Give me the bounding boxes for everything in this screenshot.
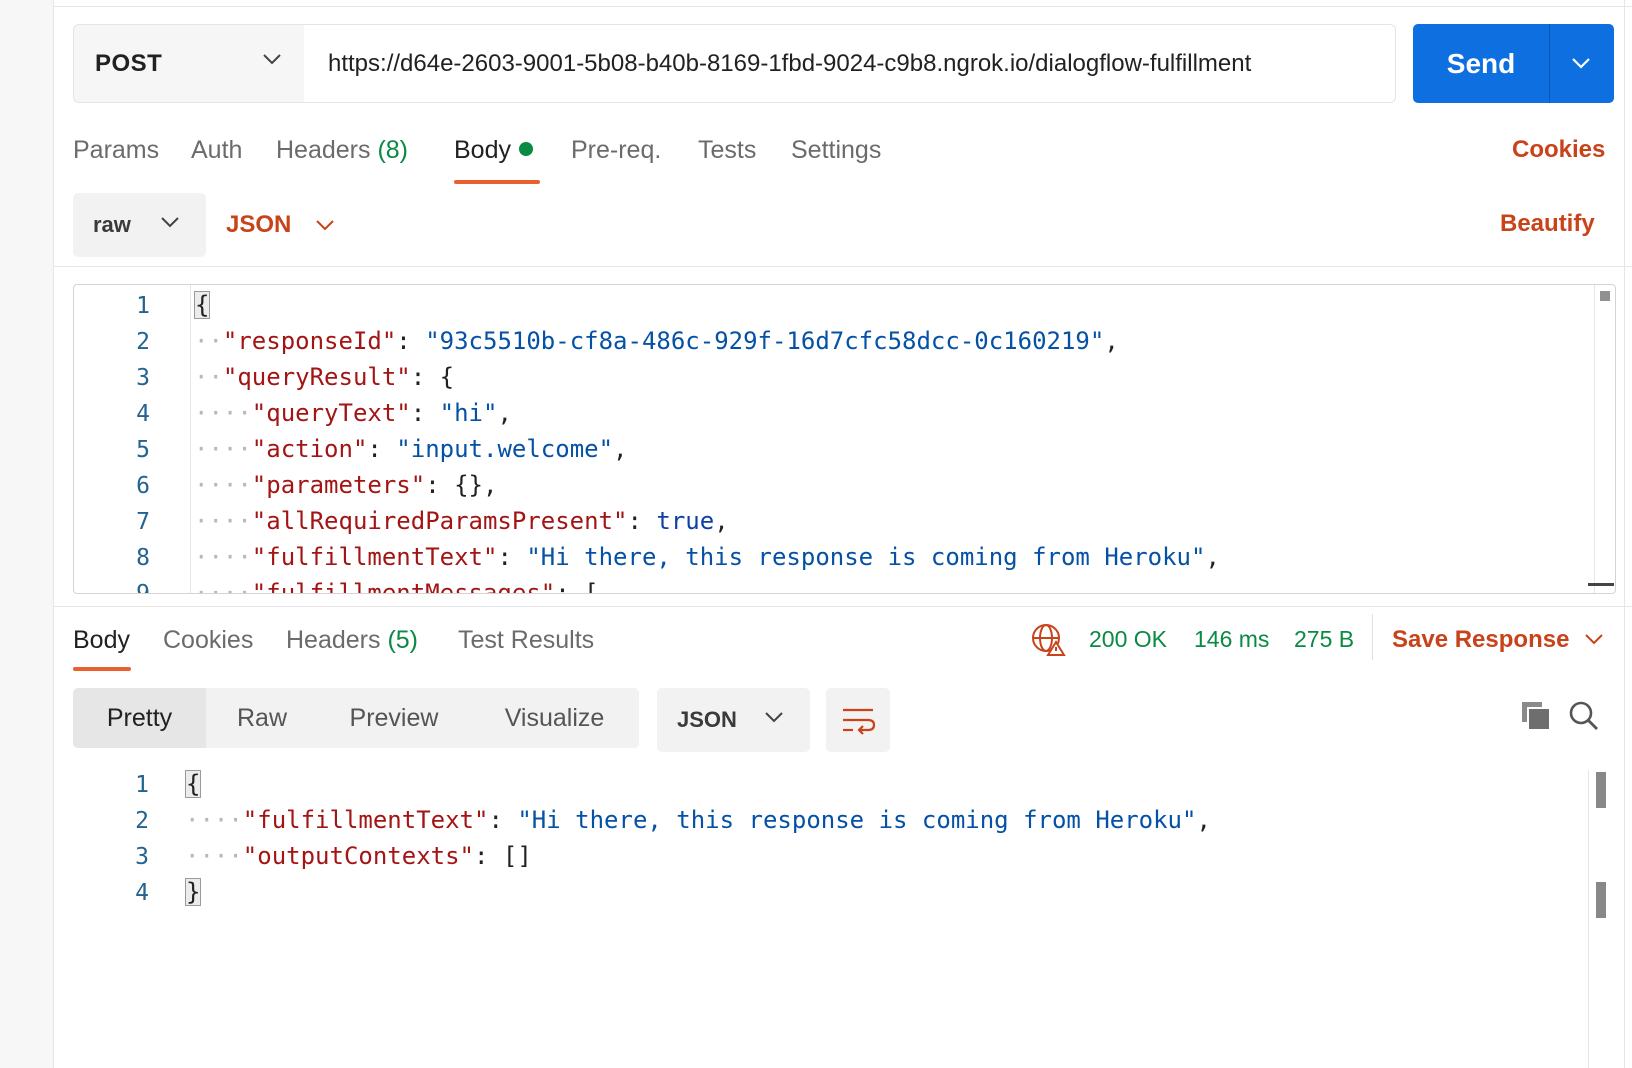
line-number: 3 <box>135 844 149 870</box>
line-number: 4 <box>136 401 150 427</box>
line-number: 6 <box>136 473 150 499</box>
section-divider <box>54 266 1632 267</box>
code-line: ····"fulfillmentMessages": [ <box>194 579 599 594</box>
tab-auth[interactable]: Auth <box>191 136 242 165</box>
response-scrollbar-marker[interactable] <box>1596 882 1606 918</box>
line-number: 9 <box>136 581 150 594</box>
line-number: 4 <box>135 880 149 906</box>
line-number: 8 <box>136 545 150 571</box>
tab-settings[interactable]: Settings <box>791 136 881 165</box>
send-button[interactable]: Send <box>1413 24 1549 103</box>
tab-headers[interactable]: Headers (8) <box>276 136 408 165</box>
line-number: 1 <box>135 772 149 798</box>
response-tab-test-results[interactable]: Test Results <box>458 626 594 655</box>
wrap-lines-icon <box>843 708 876 735</box>
code-line: ····"action": "input.welcome", <box>194 435 628 463</box>
chevron-down-icon <box>1585 634 1603 645</box>
response-body-viewer[interactable]: 1 2 3 4 { ····"fulfillmentText": "Hi the… <box>73 770 1616 1068</box>
globe-warning-icon[interactable] <box>1030 622 1066 656</box>
response-language-label: JSON <box>677 707 737 732</box>
url-input[interactable]: https://d64e-2603-9001-5b08-b40b-8169-1f… <box>304 24 1396 103</box>
response-scroll-track <box>1588 770 1589 1068</box>
view-preview-button[interactable]: Preview <box>318 688 470 748</box>
tab-body[interactable]: Body <box>454 136 533 165</box>
method-select[interactable]: POST <box>73 24 305 103</box>
brace-close: } <box>185 878 202 906</box>
code-line: { <box>185 770 202 798</box>
status-code[interactable]: 200 OK <box>1089 626 1167 653</box>
response-active-tab-underline <box>73 667 131 671</box>
code-line: ··"responseId": "93c5510b-cf8a-486c-929f… <box>194 327 1119 355</box>
response-tab-body[interactable]: Body <box>73 626 130 655</box>
editor-scrollbar-thumb[interactable] <box>1600 291 1610 301</box>
code-line: ····"fulfillmentText": "Hi there, this r… <box>185 806 1211 834</box>
line-number: 2 <box>135 808 149 834</box>
view-mode-segmented-control: Pretty Raw Preview Visualize <box>73 688 639 748</box>
top-divider <box>54 6 1632 7</box>
chevron-down-icon <box>316 220 335 231</box>
line-number: 7 <box>136 509 150 535</box>
body-language-select[interactable]: JSON <box>226 193 335 257</box>
save-response-label: Save Response <box>1392 626 1570 653</box>
line-number: 1 <box>136 293 150 319</box>
right-divider <box>1624 0 1625 1068</box>
beautify-button[interactable]: Beautify <box>1500 210 1595 238</box>
line-number: 2 <box>136 329 150 355</box>
response-size[interactable]: 275 B <box>1294 626 1354 653</box>
active-tab-underline <box>454 180 540 184</box>
code-line: ····"fulfillmentText": "Hi there, this r… <box>194 543 1220 571</box>
code-line: ····"queryText": "hi", <box>194 399 512 427</box>
body-language-label: JSON <box>226 211 292 238</box>
code-line: ··"queryResult": { <box>194 363 455 391</box>
view-visualize-button[interactable]: Visualize <box>470 688 639 748</box>
response-scrollbar-marker[interactable] <box>1596 772 1606 808</box>
editor-resize-handle[interactable] <box>1588 583 1614 586</box>
line-number-gutter: 1 2 3 4 5 6 7 8 9 <box>74 285 190 593</box>
tab-pre-req[interactable]: Pre-req. <box>571 136 661 165</box>
search-icon[interactable] <box>1568 700 1600 732</box>
code-line: ····"allRequiredParamsPresent": true, <box>194 507 729 535</box>
code-line: ····"parameters": {}, <box>194 471 498 499</box>
chevron-down-icon <box>263 54 281 65</box>
response-language-select[interactable]: JSON <box>657 688 810 752</box>
response-tab-cookies[interactable]: Cookies <box>163 626 253 655</box>
code-line: } <box>185 878 202 906</box>
brace-open: { <box>185 770 202 798</box>
body-status-dot <box>518 142 533 156</box>
cookies-link[interactable]: Cookies <box>1512 136 1605 164</box>
response-divider <box>54 606 1632 607</box>
editor-scroll-track <box>1594 285 1595 593</box>
left-sidebar <box>0 0 54 1068</box>
tab-params[interactable]: Params <box>73 136 159 165</box>
headers-count: (8) <box>377 136 409 164</box>
view-raw-button[interactable]: Raw <box>206 688 318 748</box>
url-text: https://d64e-2603-9001-5b08-b40b-8169-1f… <box>328 49 1252 77</box>
brace-open: { <box>194 291 211 319</box>
tab-tests[interactable]: Tests <box>698 136 756 165</box>
response-headers-count: (5) <box>387 626 419 654</box>
chevron-down-icon <box>765 712 783 723</box>
body-mode-label: raw <box>93 212 131 237</box>
response-tab-headers[interactable]: Headers (5) <box>286 626 418 655</box>
code-line: ····"outputContexts": [] <box>185 842 532 870</box>
send-divider <box>1549 24 1550 103</box>
response-time[interactable]: 146 ms <box>1194 626 1269 653</box>
line-number: 5 <box>136 437 150 463</box>
gutter-divider <box>190 285 191 593</box>
send-button-group: Send <box>1413 24 1614 103</box>
view-pretty-button[interactable]: Pretty <box>73 688 206 748</box>
save-response-button[interactable]: Save Response <box>1392 626 1603 654</box>
copy-icon[interactable] <box>1520 700 1552 732</box>
request-body-editor[interactable]: 1 2 3 4 5 6 7 8 9 { ··"responseId": "93c… <box>73 284 1616 594</box>
method-label: POST <box>95 49 163 77</box>
body-mode-select[interactable]: raw <box>73 193 206 257</box>
chevron-down-icon <box>161 217 179 228</box>
wrap-lines-button[interactable] <box>826 688 890 752</box>
status-divider <box>1372 614 1373 660</box>
code-line: { <box>194 291 211 319</box>
send-options-chevron-down-icon[interactable] <box>1570 52 1592 74</box>
line-number: 3 <box>136 365 150 391</box>
